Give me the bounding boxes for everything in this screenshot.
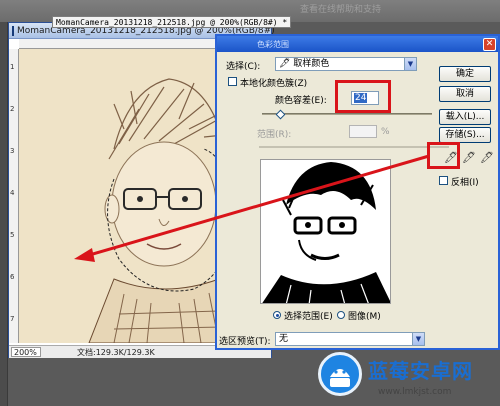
selection-preview-value: 无 <box>279 334 289 344</box>
selection-preview-label: 选区预览(T): <box>219 337 271 347</box>
eyedropper-subtract-icon[interactable]: 🖊 <box>479 150 495 166</box>
dialog-title: 色彩范围 <box>257 39 289 49</box>
zoom-field[interactable]: 200% <box>11 347 41 357</box>
document-tab-label[interactable]: MomanCamera_20131218_212518.jpg @ 200%(R… <box>52 16 292 28</box>
document-info: 文档:129.3K/129.3K <box>77 347 155 357</box>
chevron-down-icon: ▼ <box>404 58 416 70</box>
ok-button[interactable]: 确定 <box>439 66 491 82</box>
range-unit: % <box>381 127 390 137</box>
tools-panel-edge <box>0 22 8 406</box>
range-input <box>349 125 377 138</box>
range-label: 范围(R): <box>257 130 292 140</box>
photoshop-icon <box>12 25 14 36</box>
eyedropper-highlight-box <box>427 142 460 169</box>
radio-image[interactable] <box>337 311 345 319</box>
ruler-mark: 4 <box>10 189 15 197</box>
localized-clusters-checkbox[interactable] <box>228 77 237 86</box>
chevron-down-icon: ▼ <box>412 333 424 345</box>
radio-selection-label: 选择范围(E) <box>284 312 333 322</box>
ruler-mark: 3 <box>10 147 15 155</box>
invert-label: 反相(I) <box>451 178 479 188</box>
invert-checkbox[interactable] <box>439 176 448 185</box>
ruler-mark: 2 <box>10 105 15 113</box>
radio-image-label: 图像(M) <box>348 312 381 322</box>
selection-preview-dropdown[interactable]: 无 ▼ <box>275 332 425 346</box>
watermark-logo-icon <box>318 352 362 396</box>
eyedropper-add-icon[interactable]: 🖊 <box>461 150 477 166</box>
radio-selection[interactable] <box>273 311 281 319</box>
ruler-left: 1 2 3 4 5 6 7 <box>9 49 19 343</box>
localized-clusters-label: 本地化颜色簇(Z) <box>240 79 308 89</box>
close-icon[interactable]: ✕ <box>483 37 496 51</box>
ruler-mark: 6 <box>10 273 15 281</box>
dialog-title-bar[interactable]: 色彩范围 ✕ <box>217 36 498 52</box>
select-dropdown[interactable]: 🖋 取样颜色 ▼ <box>275 57 417 71</box>
watermark: 蓝莓安卓网 www.lmkjst.com <box>318 352 500 406</box>
fuzziness-slider-thumb[interactable] <box>275 109 286 120</box>
select-value: 取样颜色 <box>293 59 330 69</box>
fuzziness-highlight-box <box>335 80 391 113</box>
range-slider-track <box>259 146 449 148</box>
mask-preview-image <box>261 160 390 303</box>
load-button[interactable]: 载入(L)... <box>439 109 491 125</box>
selection-preview[interactable] <box>260 159 391 304</box>
ruler-mark: 5 <box>10 231 15 239</box>
fuzziness-slider-track[interactable] <box>262 113 432 115</box>
ruler-mark: 7 <box>10 315 15 323</box>
eyedropper-small-icon: 🖋 <box>279 59 291 69</box>
workspace-hint-text: 查看在线帮助和支持 <box>300 5 382 15</box>
watermark-url: www.lmkjst.com <box>378 387 452 397</box>
fuzziness-label: 颜色容差(E): <box>275 96 327 106</box>
ruler-mark: 1 <box>10 63 15 71</box>
select-label: 选择(C): <box>226 62 261 72</box>
cancel-button[interactable]: 取消 <box>439 86 491 102</box>
save-button[interactable]: 存储(S)... <box>439 127 491 143</box>
watermark-title: 蓝莓安卓网 <box>368 359 473 383</box>
